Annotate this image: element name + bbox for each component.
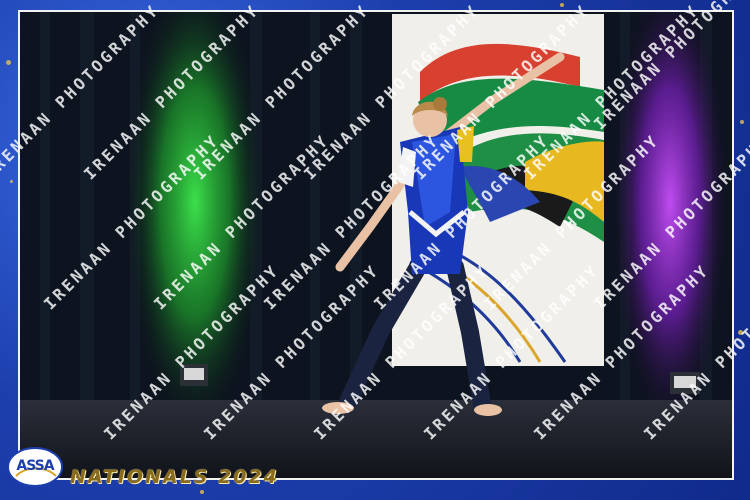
floor-light-right-lens [674, 376, 696, 388]
gold-fleck [560, 3, 564, 7]
gold-fleck [10, 180, 13, 183]
stage-photo [18, 10, 734, 480]
floor-light-left-lens [184, 368, 204, 380]
gold-fleck [738, 330, 743, 335]
gold-fleck [740, 120, 744, 124]
gold-fleck [6, 60, 11, 65]
assa-logo: ASSA [6, 446, 64, 488]
gold-fleck [200, 490, 204, 494]
event-title: NATIONALS 2024 [70, 466, 279, 488]
stage-scene [20, 12, 732, 478]
logo-text: ASSA [16, 458, 54, 474]
